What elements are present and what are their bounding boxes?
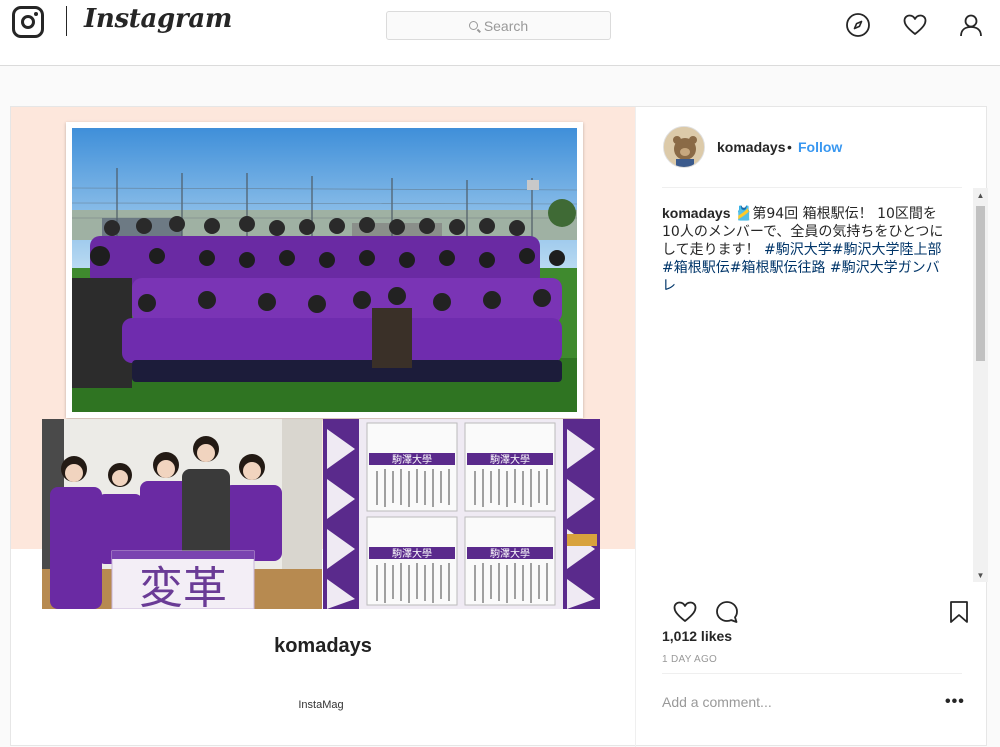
- likes-count[interactable]: 1,012 likes: [662, 628, 732, 644]
- search-input[interactable]: Search: [386, 11, 611, 40]
- search-placeholder: Search: [483, 17, 529, 34]
- post-caption: komadays 🎽第94回 箱根駅伝！ 10区間を10人のメンバーで、全員の気…: [662, 204, 952, 295]
- user-profile-icon[interactable]: [958, 12, 984, 38]
- heart-like-icon[interactable]: [672, 599, 698, 625]
- post-sidebar: komadays • Follow komadays 🎽第94回 箱根駅伝！ 1…: [635, 107, 988, 747]
- banner-text: 変革: [139, 563, 227, 609]
- board-header-text: 駒澤大學: [490, 547, 530, 560]
- board-header-text: 駒澤大學: [392, 453, 432, 466]
- more-options-button[interactable]: •••: [945, 693, 965, 711]
- team-group-photo: [72, 128, 577, 412]
- instagram-camera-icon[interactable]: [12, 6, 44, 38]
- comments-area: komadays 🎽第94回 箱根駅伝！ 10区間を10人のメンバーで、全員の気…: [636, 188, 988, 583]
- scrollbar-thumb[interactable]: [976, 206, 985, 361]
- comment-bubble-icon[interactable]: [714, 599, 740, 625]
- collage-title: komadays: [274, 635, 372, 657]
- search-icon: [468, 21, 478, 30]
- avatar[interactable]: [663, 126, 705, 168]
- message-boards-photo: 駒澤大學 駒澤大學 駒澤大學 駒澤大學: [323, 419, 600, 609]
- post-header: komadays • Follow: [636, 107, 988, 187]
- scroll-up-arrow-icon[interactable]: ▲: [973, 188, 988, 202]
- post-card: 変革 駒澤大學 駒澤大學 駒澤大學 駒澤大學 komadays InstaMag…: [10, 106, 988, 747]
- board-header-text: 駒澤大學: [490, 453, 530, 466]
- comments-scrollbar[interactable]: ▲ ▼: [973, 188, 988, 582]
- add-comment-input[interactable]: Add a comment...: [662, 694, 772, 710]
- collage-credit: InstaMag: [298, 699, 344, 711]
- instagram-wordmark[interactable]: Instagram: [84, 4, 232, 34]
- scroll-down-arrow-icon[interactable]: ▼: [973, 568, 988, 582]
- divider: [662, 673, 962, 674]
- top-navigation-bar: Instagram Search: [0, 0, 1000, 66]
- board-header-text: 駒澤大學: [392, 547, 432, 560]
- logo-divider: [66, 6, 67, 36]
- caption-username[interactable]: komadays: [662, 205, 730, 221]
- compass-explore-icon[interactable]: [845, 12, 871, 38]
- follow-button[interactable]: Follow: [798, 139, 842, 155]
- post-actions: 1,012 likes 1 DAY AGO Add a comment... •…: [636, 583, 988, 747]
- post-author-username[interactable]: komadays: [717, 139, 785, 155]
- header-separator: •: [787, 139, 792, 155]
- heart-activity-icon[interactable]: [902, 12, 928, 38]
- post-media[interactable]: 変革 駒澤大學 駒澤大學 駒澤大學 駒澤大學 komadays InstaMag: [11, 107, 635, 727]
- group-with-banner-photo: 変革: [42, 419, 322, 609]
- post-timestamp[interactable]: 1 DAY AGO: [662, 654, 717, 665]
- bookmark-icon[interactable]: [946, 599, 972, 625]
